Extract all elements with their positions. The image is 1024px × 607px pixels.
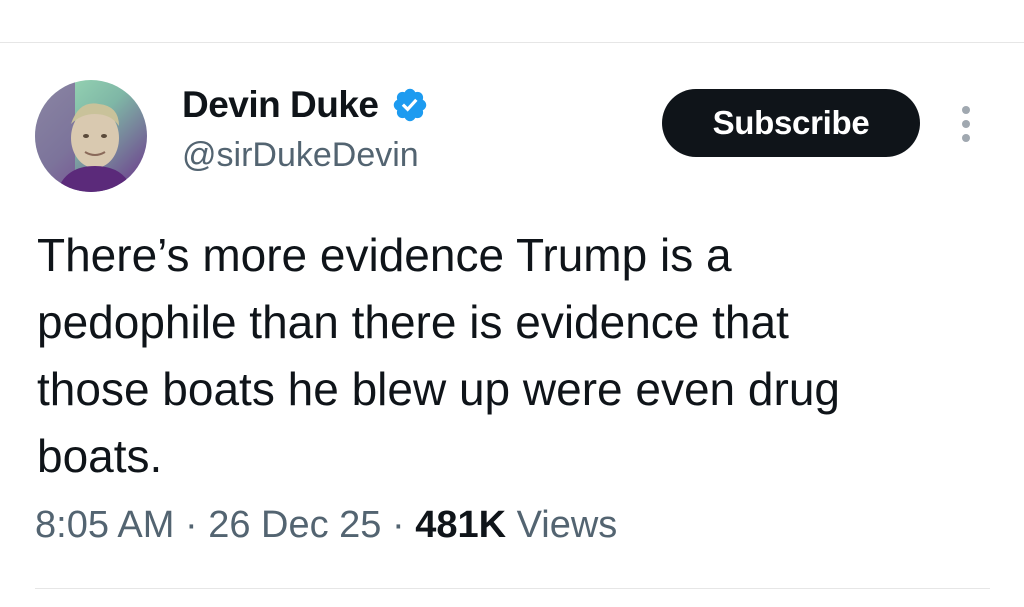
tweet-meta: 8:05 AM · 26 Dec 25 · 481K Views [35,500,617,550]
more-options-icon[interactable] [954,104,978,144]
tweet-text: There’s more evidence Trump is a pedophi… [37,229,840,482]
bottom-divider [35,588,990,589]
more-dot [962,106,970,114]
avatar[interactable] [35,80,147,192]
display-name[interactable]: Devin Duke [182,82,379,128]
more-dot [962,120,970,128]
views-label[interactable]: Views [506,504,618,546]
views-count[interactable]: 481K [415,504,506,546]
handle[interactable]: @sirDukeDevin [182,134,429,176]
meta-separator: · [174,504,209,546]
meta-separator: · [381,504,416,546]
more-dot [962,134,970,142]
author-block: Devin Duke @sirDukeDevin [182,82,429,176]
avatar-photo [35,80,147,192]
tweet-time[interactable]: 8:05 AM [35,504,174,546]
top-divider [0,42,1024,43]
name-row: Devin Duke [182,82,429,128]
subscribe-button[interactable]: Subscribe [662,89,920,157]
verified-badge-icon[interactable] [391,86,429,124]
tweet-date[interactable]: 26 Dec 25 [208,504,381,546]
